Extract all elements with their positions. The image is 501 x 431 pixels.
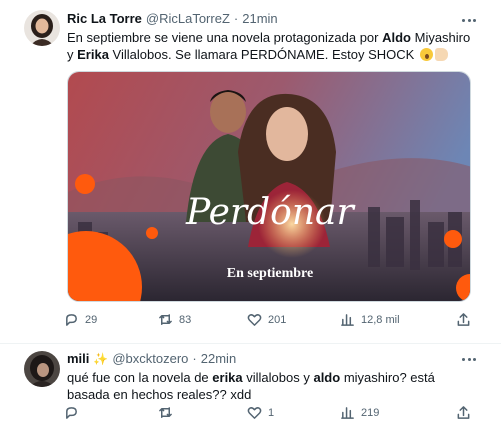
share-button[interactable] (456, 312, 471, 327)
reply-button[interactable]: 29 (64, 312, 97, 327)
views-button[interactable]: 219 (340, 405, 379, 420)
share-button[interactable] (456, 405, 471, 420)
author-name[interactable]: Ric La Torre (67, 11, 142, 26)
text-segment: villalobos y (242, 370, 314, 385)
avatar[interactable] (24, 10, 60, 46)
media-image[interactable]: Perdónar En septiembre (67, 71, 471, 302)
text-segment: Villalobos. Se llamara PERDÓNAME. Estoy … (108, 47, 415, 62)
sparkles-emoji: ✨ (93, 352, 109, 366)
heart-icon (247, 407, 262, 419)
retweet-button[interactable]: 83 (158, 312, 191, 327)
reply-icon (66, 407, 77, 419)
reply-count: 29 (85, 313, 98, 326)
views-icon (341, 407, 354, 419)
reply-icon (66, 314, 77, 326)
highlighted-word: Aldo (382, 30, 411, 45)
retweet-icon (159, 314, 172, 325)
retweet-button[interactable] (158, 405, 179, 420)
timestamp[interactable]: 22min (201, 351, 236, 366)
poster-subtitle: En septiembre (227, 266, 313, 281)
avatar[interactable] (24, 351, 60, 387)
like-button[interactable]: 201 (247, 312, 286, 327)
tweet-text: En septiembre se viene una novela protag… (67, 29, 477, 63)
like-button[interactable]: 1 (247, 405, 274, 420)
tweet-header: Ric La Torre @RicLaTorreZ · 21min (67, 11, 278, 26)
tweet[interactable]: Ric La Torre @RicLaTorreZ · 21min En sep… (0, 0, 501, 344)
text-segment: qué fue con la novela de (67, 370, 213, 385)
tweet[interactable]: mili ✨ @bxcktozero · 22min qué fue con l… (0, 344, 501, 431)
poster-title: Perdónar (185, 192, 355, 233)
retweet-count: 83 (179, 313, 192, 326)
timestamp[interactable]: 21min (242, 11, 277, 26)
reply-button[interactable] (64, 405, 85, 420)
like-count: 1 (268, 406, 275, 419)
shocked-face-emoji (419, 48, 433, 61)
tweet-actions: 29 83 201 12,8 mil (64, 312, 478, 332)
author-handle[interactable]: @RicLaTorreZ (146, 11, 230, 26)
highlighted-word: aldo (313, 370, 341, 385)
tweet-header: mili ✨ @bxcktozero · 22min (67, 351, 236, 366)
more-options-icon[interactable] (459, 352, 479, 366)
highlighted-word: erika (212, 370, 243, 385)
author-handle[interactable]: @bxcktozero (112, 351, 188, 366)
share-icon (457, 313, 470, 326)
separator-dot: · (192, 351, 197, 366)
views-count: 12,8 mil (361, 313, 400, 326)
views-icon (341, 314, 354, 326)
separator-dot: · (233, 11, 239, 26)
more-options-icon[interactable] (459, 13, 479, 27)
pointing-down-emoji (434, 48, 448, 61)
views-count: 219 (361, 406, 380, 419)
like-count: 201 (268, 313, 287, 326)
heart-icon (247, 314, 262, 326)
highlighted-word: Erika (77, 47, 109, 62)
author-name[interactable]: mili (67, 351, 89, 366)
text-segment: En septiembre se viene una novela protag… (67, 30, 383, 45)
share-icon (457, 406, 470, 419)
views-button[interactable]: 12,8 mil (340, 312, 400, 327)
retweet-icon (159, 407, 172, 418)
tweet-actions: 1 219 (64, 405, 478, 425)
tweet-text: qué fue con la novela de erika villalobo… (67, 369, 477, 403)
